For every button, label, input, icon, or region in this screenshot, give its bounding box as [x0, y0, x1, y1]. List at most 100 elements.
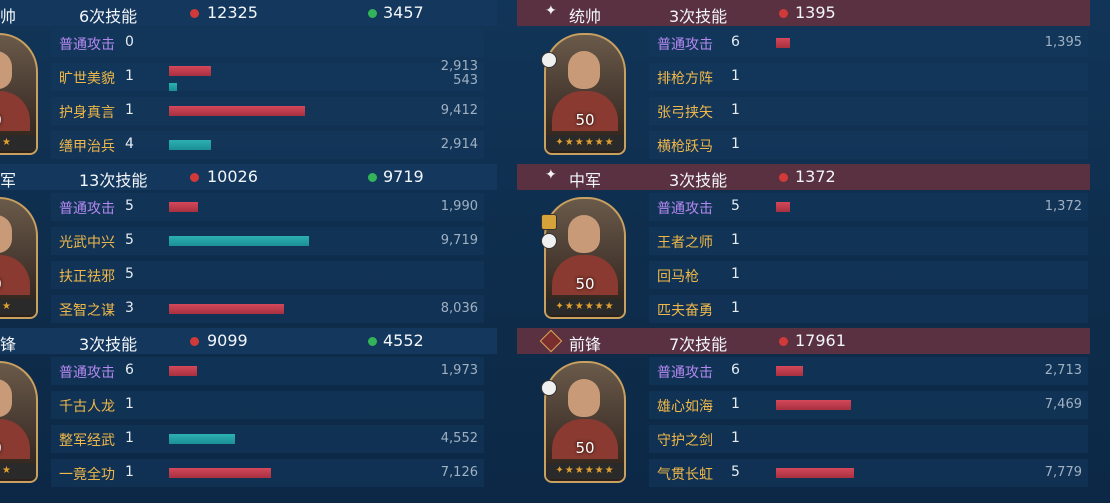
- skill-name: 一竟全功: [59, 467, 115, 483]
- skill-times: 4: [125, 136, 134, 152]
- skill-name: 匹夫奋勇: [657, 303, 713, 319]
- role-label: 帅: [0, 7, 17, 26]
- skill-row[interactable]: 普通攻击 5 1,372: [649, 193, 1088, 221]
- damage-total: 9099: [207, 331, 248, 350]
- general-level: 50: [575, 275, 595, 293]
- skill-row[interactable]: 缮甲治兵 4 2,914: [51, 131, 484, 159]
- general-portrait[interactable]: 0 ★★★: [0, 33, 38, 155]
- skill-times: 6: [731, 362, 740, 378]
- skill-row[interactable]: 气贯长虹 5 7,779: [649, 459, 1088, 487]
- star-rating: ✦★★★★★: [546, 135, 624, 151]
- skill-name: 普通攻击: [59, 37, 115, 53]
- skill-name: 旷世美貌: [59, 71, 115, 87]
- damage-bar: [169, 106, 305, 116]
- star-rating: ✦★★★★★: [546, 463, 624, 479]
- skill-times: 1: [731, 396, 740, 412]
- heal-total: 9719: [383, 167, 424, 186]
- damage-bar: [169, 366, 197, 376]
- general-portrait[interactable]: 50 ✦★★★★★: [544, 361, 626, 483]
- rank-badge-icon: [541, 214, 557, 230]
- damage-dot-icon: [779, 337, 788, 346]
- general-portrait[interactable]: 0 ★★★: [0, 361, 38, 483]
- role-label: 前锋: [569, 335, 602, 354]
- skill-times: 1: [125, 102, 134, 118]
- skill-name: 普通攻击: [657, 37, 713, 53]
- skill-row[interactable]: 张弓挟矢 1: [649, 97, 1088, 125]
- skill-times: 1: [125, 68, 134, 84]
- skill-row[interactable]: 普通攻击 6 2,713: [649, 357, 1088, 385]
- skill-row[interactable]: 整军经武 1 4,552: [51, 425, 484, 453]
- general-section: 帅 6次技能 12325 3457 0 ★★★ 普通攻击 0 旷世美貌 1 2,913543 护身真言…: [0, 0, 497, 164]
- role-label: 锋: [0, 335, 17, 354]
- general-portrait[interactable]: 50 ✦★★★★★: [544, 33, 626, 155]
- damage-bar: [169, 202, 198, 212]
- damage-value: 7,779: [1044, 465, 1082, 480]
- heal-total: 4552: [383, 331, 424, 350]
- general-section: 前锋 7次技能 17961 50 ✦★★★★★ 普通攻击 6 2,713 雄心如海 1 7,469 守…: [517, 328, 1090, 492]
- heal-dot-icon: [368, 337, 377, 346]
- star-rating: ★★★: [0, 299, 36, 315]
- skill-row[interactable]: 王者之师 1: [649, 227, 1088, 255]
- skill-row[interactable]: 守护之剑 1: [649, 425, 1088, 453]
- skill-times: 6: [731, 34, 740, 50]
- heal-bar: [169, 83, 177, 91]
- skill-name: 雄心如海: [657, 399, 713, 415]
- section-header: 帅 6次技能 12325 3457: [0, 0, 497, 26]
- skill-row[interactable]: 普通攻击 5 1,990: [51, 193, 484, 221]
- skill-name: 扶正祛邪: [59, 269, 115, 285]
- left-team-panel: 帅6次技能1232534570★★★普通攻击0旷世美貌12,913543护身真言…: [0, 0, 497, 503]
- damage-value: 7,126: [440, 465, 478, 480]
- damage-bar: [169, 66, 211, 76]
- heal-value: 543: [453, 73, 478, 88]
- star-emblem-icon: ✦: [545, 167, 557, 183]
- star-rating: ✦★★★★★: [546, 299, 624, 315]
- damage-value: 7,469: [1044, 397, 1082, 412]
- skill-row[interactable]: 普通攻击 6 1,973: [51, 357, 484, 385]
- skill-row[interactable]: 圣智之谋 3 8,036: [51, 295, 484, 323]
- skill-row[interactable]: 雄心如海 1 7,469: [649, 391, 1088, 419]
- skill-count-label: 13次技能: [79, 171, 148, 190]
- damage-bar: [776, 468, 854, 478]
- skill-times: 1: [731, 232, 740, 248]
- skill-row[interactable]: 扶正祛邪 5: [51, 261, 484, 289]
- skill-row[interactable]: 普通攻击 6 1,395: [649, 29, 1088, 57]
- skill-times: 5: [125, 232, 134, 248]
- skill-times: 6: [125, 362, 134, 378]
- skill-row[interactable]: 旷世美貌 1 2,913 543: [51, 60, 484, 91]
- section-header: 前锋 7次技能 17961: [517, 328, 1090, 354]
- skill-name: 光武中兴: [59, 235, 115, 251]
- skill-times: 5: [731, 464, 740, 480]
- role-label: 军: [0, 171, 17, 190]
- heal-bar: [169, 434, 235, 444]
- portrait-face: [0, 215, 12, 253]
- skill-times: 1: [731, 300, 740, 316]
- skill-times: 1: [731, 266, 740, 282]
- skill-row[interactable]: 千古人龙 1: [51, 391, 484, 419]
- general-level: 0: [0, 275, 36, 293]
- general-section: ✦ 中军 3次技能 1372 50 ✦★★★★★ 普通攻击 5 1,372 王者之师 1 回马枪 1 匹夫…: [517, 164, 1090, 328]
- skill-times: 1: [731, 102, 740, 118]
- damage-dot-icon: [190, 173, 199, 182]
- heal-value: 2,914: [440, 137, 478, 152]
- skill-name: 张弓挟矢: [657, 105, 713, 121]
- skill-row[interactable]: 匹夫奋勇 1: [649, 295, 1088, 323]
- skill-row[interactable]: 普通攻击 0: [51, 29, 484, 57]
- skill-row[interactable]: 横枪跃马 1: [649, 131, 1088, 159]
- skill-row[interactable]: 护身真言 1 9,412: [51, 97, 484, 125]
- skill-name: 圣智之谋: [59, 303, 115, 319]
- skill-times: 0: [125, 34, 134, 50]
- skill-row[interactable]: 回马枪 1: [649, 261, 1088, 289]
- damage-bar: [776, 202, 790, 212]
- general-portrait[interactable]: 0 ★★★: [0, 197, 38, 319]
- skill-row[interactable]: 光武中兴 5 9,719: [51, 227, 484, 255]
- general-level: 0: [0, 111, 36, 129]
- skill-count-label: 3次技能: [79, 335, 138, 354]
- skill-count-label: 3次技能: [669, 171, 728, 190]
- skill-times: 1: [731, 136, 740, 152]
- troop-type-badge-icon: [541, 380, 557, 396]
- skill-row[interactable]: 排枪方阵 1: [649, 63, 1088, 91]
- damage-value: 1,372: [1044, 199, 1082, 214]
- damage-total: 17961: [795, 331, 846, 350]
- skill-row[interactable]: 一竟全功 1 7,126: [51, 459, 484, 487]
- section-header: 锋 3次技能 9099 4552: [0, 328, 497, 354]
